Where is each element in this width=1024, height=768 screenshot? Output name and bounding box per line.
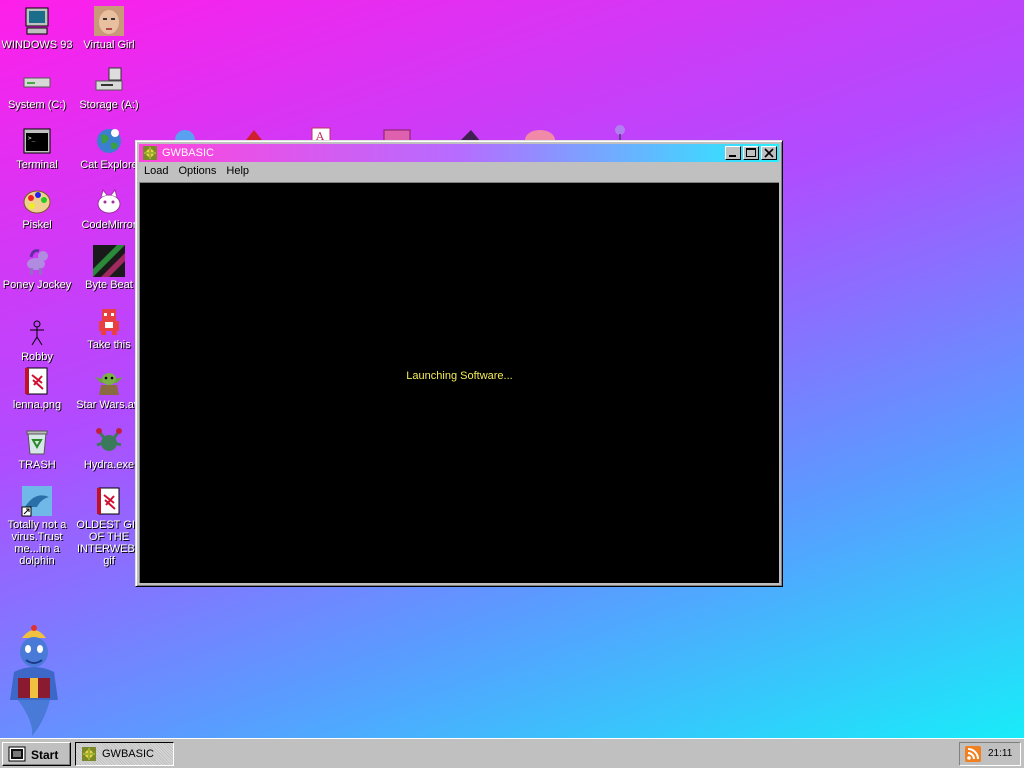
app-icon [82,747,96,761]
status-message: Launching Software... [406,370,513,382]
desktop-icon-label: Poney Jockey [2,279,72,291]
drive-icon [23,77,51,88]
gwbasic-window[interactable]: GWBASIC Load Options Help Launching Softwa… [135,140,783,587]
clock: 21:11 [988,748,1013,759]
desktop-icon-label: WINDOWS 93 [1,39,73,51]
desktop-icon-virtual-girl[interactable]: Virtual Girl [73,5,145,51]
computer-icon [25,7,49,35]
window-title: GWBASIC [162,147,214,159]
dolphin-icon [21,486,52,517]
trash-icon [26,430,48,455]
app-icon [143,146,157,160]
minimize-icon [729,155,736,157]
desktop-icon-robby[interactable]: Robby [1,317,73,363]
maximize-icon [746,148,756,157]
face-icon [94,6,124,36]
image-file-icon [25,367,48,395]
taskbar: Start GWBASIC 21:11 [0,738,1024,768]
menu-bar: Load Options Help [139,163,779,181]
desktop-icon-label: TRASH [18,459,56,471]
close-icon [764,148,774,158]
terminal-icon: >_ [23,128,51,154]
window-titlebar[interactable]: GWBASIC [139,144,779,162]
terminal-screen[interactable]: Launching Software... [139,182,779,583]
yoda-icon [95,373,123,395]
pony-icon [27,249,48,275]
bytebeat-icon [93,245,125,277]
gif-file-icon [97,487,120,515]
desktop-icon-label: Robby [21,351,53,363]
maximize-button[interactable] [743,146,759,160]
desktop-icon-dolphin[interactable]: Totally not a virus.Trust me...im a dolp… [1,485,73,567]
desktop-icon-label: Totally not a virus.Trust me...im a dolp… [7,519,67,567]
desktop-icon-storage-a[interactable]: Storage (A:) [73,65,145,111]
palette-icon [23,190,51,214]
taskbar-item-gwbasic[interactable]: GWBASIC [75,742,174,766]
desktop-icon-label: Terminal [16,159,58,171]
desktop-icon-label: System (C:) [7,99,67,111]
desktop-icon-poney-jockey[interactable]: Poney Jockey [1,245,73,291]
desktop-icon-system-c[interactable]: System (C:) [1,65,73,111]
rss-feed-icon[interactable] [965,746,981,762]
start-label: Start [31,748,59,762]
desktop-icon-piskel[interactable]: Piskel [1,185,73,231]
menu-options[interactable]: Options [173,163,221,179]
globe-icon [97,129,121,153]
cat-icon [97,188,121,214]
menu-load[interactable]: Load [139,163,173,179]
svg-text:>_: >_ [28,135,36,142]
hydra-icon [96,428,122,451]
stickman-icon [30,320,44,346]
system-tray: 21:11 [959,742,1021,766]
floppy-drive-icon [95,67,123,91]
taskbar-item-label: GWBASIC [102,748,154,760]
start-logo-icon [8,746,26,762]
start-button[interactable]: Start [2,742,71,766]
desktop-icon-windows93[interactable]: WINDOWS 93 [1,5,73,51]
genie-assistant[interactable] [4,622,64,738]
minimize-button[interactable] [725,146,741,160]
desktop-icon-terminal[interactable]: >_ Terminal [1,125,73,171]
desktop-icon-lenna[interactable]: lenna.png [1,365,73,411]
menu-help[interactable]: Help [221,163,254,179]
desktop-icon-label: Piskel [22,219,52,231]
pixel-creature-icon [99,309,119,335]
desktop-icon-label: Storage (A:) [79,99,139,111]
close-button[interactable] [761,146,777,160]
desktop-icon-label: Virtual Girl [83,39,135,51]
desktop-icon-trash[interactable]: TRASH [1,425,73,471]
desktop-icon-label: lenna.png [12,399,62,411]
